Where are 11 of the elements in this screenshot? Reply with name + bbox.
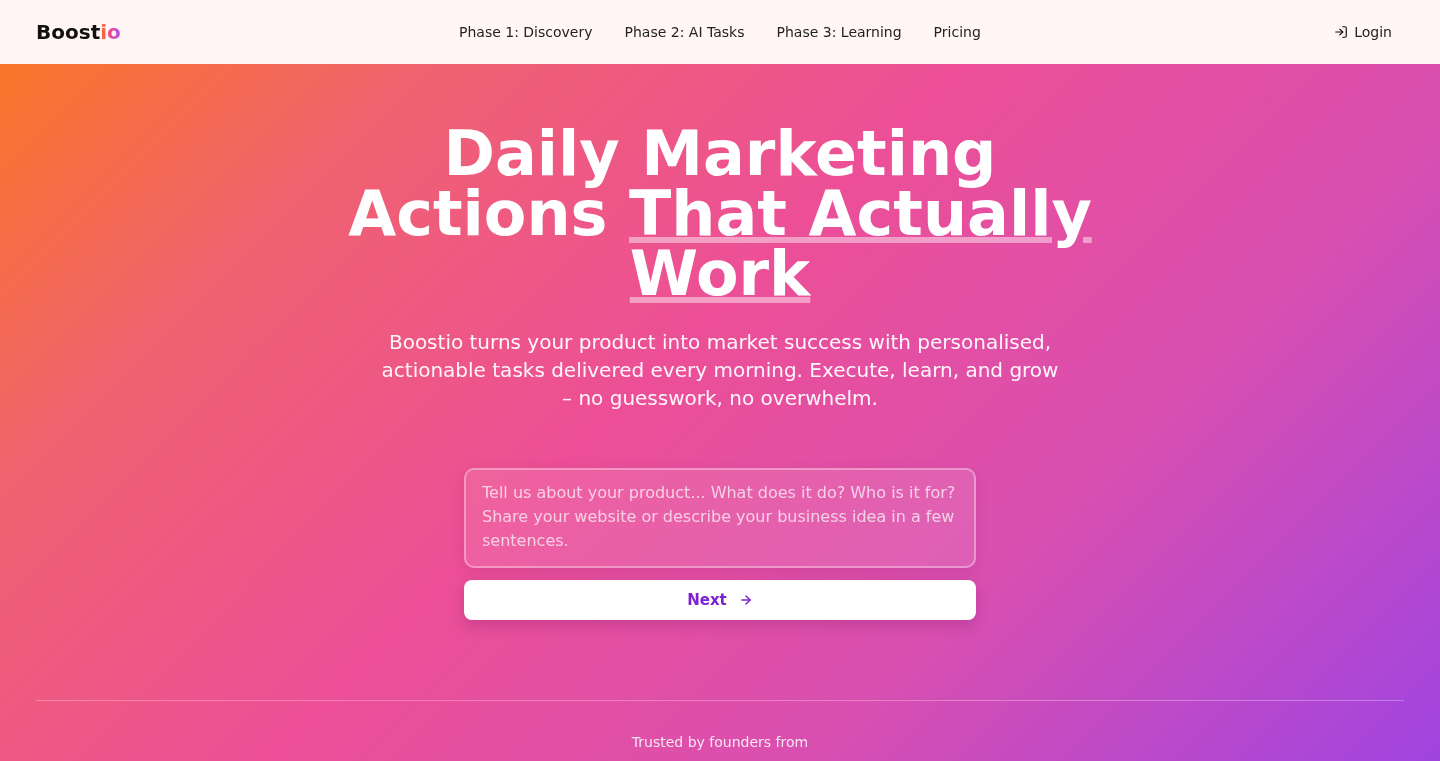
headline: Daily Marketing Actions That Actually Work (347, 124, 1093, 304)
nav-link[interactable]: Phase 2: AI Tasks (608, 24, 761, 40)
logo[interactable]: Boostio (36, 20, 121, 44)
nav-link[interactable]: Phase 3: Learning (760, 24, 918, 40)
nav-link[interactable]: Pricing (917, 24, 997, 40)
next-button[interactable]: Next (464, 580, 976, 620)
login-icon (1334, 25, 1349, 39)
subtitle: Boostio turns your product into market success with personalised, actionable tasks delivered every morning. Execute, learn, and grow – no guesswork, no overwhelm. (380, 329, 1060, 412)
nav-link[interactable]: Phase 1: Discovery (443, 24, 609, 40)
trusted-caption: Trusted by founders from (631, 734, 809, 750)
login-link[interactable]: Login (1334, 24, 1392, 40)
